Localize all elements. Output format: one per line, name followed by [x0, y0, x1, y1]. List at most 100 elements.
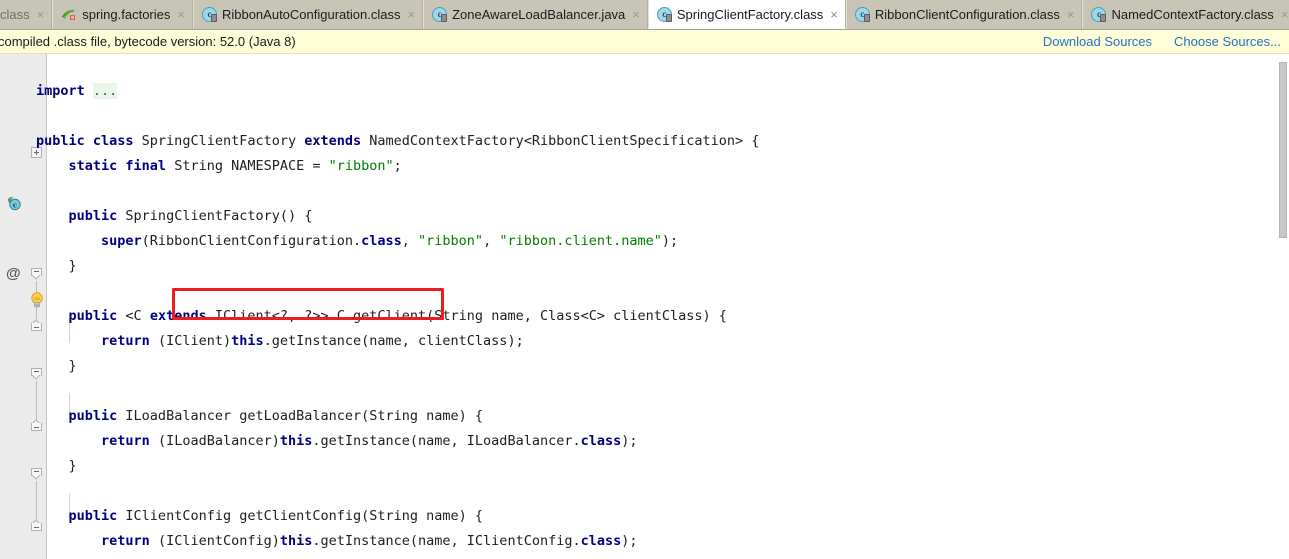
- close-icon[interactable]: ×: [37, 8, 45, 21]
- code-line[interactable]: public class SpringClientFactory extends…: [36, 129, 759, 154]
- code-token: extends: [149, 308, 207, 324]
- code-token: IClientConfig getClientConfig(String nam…: [117, 508, 484, 524]
- code-line[interactable]: return (IClientConfig)this.getInstance(n…: [36, 529, 759, 554]
- code-token: public class: [36, 133, 134, 149]
- code-token: }: [36, 258, 77, 274]
- code-token: return: [101, 533, 150, 549]
- code-line[interactable]: public ILoadBalancer getLoadBalancer(Str…: [36, 404, 759, 429]
- code-token: return: [101, 333, 150, 349]
- folded-imports-placeholder[interactable]: ...: [92, 83, 118, 99]
- code-token: );: [661, 233, 679, 249]
- code-token: "ribbon": [328, 158, 394, 174]
- code-line[interactable]: super(RibbonClientConfiguration.class, "…: [36, 229, 759, 254]
- close-icon[interactable]: ×: [830, 8, 838, 21]
- code-line[interactable]: }: [36, 454, 759, 479]
- code-token: this: [231, 333, 264, 349]
- code-token: );: [621, 433, 638, 449]
- close-icon[interactable]: ×: [1067, 8, 1075, 21]
- code-token: }: [36, 358, 77, 374]
- editor-tab-springclientfactory[interactable]: c SpringClientFactory.class ×: [647, 0, 846, 29]
- code-token: super: [101, 233, 142, 249]
- download-sources-link[interactable]: Download Sources: [1043, 34, 1152, 49]
- editor-tab-spring-factories[interactable]: spring.factories ×: [52, 0, 193, 29]
- code-token: (IClient): [149, 333, 232, 349]
- code-token: (RibbonClientConfiguration.: [141, 233, 362, 249]
- close-icon[interactable]: ×: [407, 8, 415, 21]
- code-editor[interactable]: c @ import ... public class SpringClient…: [0, 54, 1289, 559]
- code-line[interactable]: [36, 104, 759, 129]
- code-line[interactable]: public SpringClientFactory() {: [36, 204, 759, 229]
- editor-tab-label: class: [0, 7, 30, 22]
- code-line[interactable]: static final String NAMESPACE = "ribbon"…: [36, 154, 759, 179]
- code-token: this: [279, 433, 313, 449]
- editor-tab-namedcontextfactory[interactable]: c NamedContextFactory.class ×: [1082, 0, 1289, 29]
- editor-tab-label: spring.factories: [82, 7, 171, 22]
- code-line[interactable]: [36, 479, 759, 504]
- close-icon[interactable]: ×: [177, 8, 185, 21]
- class-file-icon: c: [1091, 7, 1107, 22]
- editor-tab-ribbonclientconfiguration[interactable]: c RibbonClientConfiguration.class ×: [845, 0, 1083, 29]
- code-token: public: [68, 308, 118, 324]
- code-line[interactable]: [36, 279, 759, 304]
- editor-gutter[interactable]: c @: [0, 54, 29, 559]
- choose-sources-link[interactable]: Choose Sources...: [1174, 34, 1281, 49]
- class-navigation-icon[interactable]: c: [6, 196, 22, 211]
- code-token: class: [580, 433, 622, 449]
- code-token: static final: [68, 158, 167, 174]
- editor-tab-label: SpringClientFactory.class: [676, 6, 824, 22]
- code-token: SpringClientFactory: [133, 133, 305, 149]
- code-line[interactable]: public IClientConfig getClientConfig(Str…: [36, 504, 759, 529]
- vertical-scrollbar[interactable]: [1276, 54, 1289, 559]
- scrollbar-thumb[interactable]: [1279, 62, 1287, 238]
- close-icon[interactable]: ×: [632, 8, 640, 21]
- decompiled-file-notification-bar: compiled .class file, bytecode version: …: [0, 30, 1289, 54]
- code-token: public: [68, 408, 118, 424]
- code-line[interactable]: }: [36, 354, 759, 379]
- code-line[interactable]: }: [36, 254, 759, 279]
- code-line[interactable]: [36, 179, 759, 204]
- annotation-marker-icon[interactable]: @: [6, 265, 21, 282]
- editor-tab-label: NamedContextFactory.class: [1111, 7, 1274, 22]
- code-token: extends: [304, 133, 362, 149]
- spring-properties-icon: [61, 8, 77, 22]
- editor-tab-ribbonautoconfiguration[interactable]: c RibbonAutoConfiguration.class ×: [192, 0, 424, 29]
- code-token: String NAMESPACE =: [166, 158, 329, 174]
- code-line[interactable]: public <C extends IClient<?, ?>> C getCl…: [36, 304, 759, 329]
- source-code[interactable]: import ... public class SpringClientFact…: [36, 54, 759, 554]
- class-file-icon: c: [201, 7, 217, 22]
- editor-tab-class-clipped[interactable]: class ×: [0, 0, 53, 29]
- class-file-icon: c: [854, 7, 870, 22]
- code-token: public: [68, 508, 118, 524]
- close-icon[interactable]: ×: [1281, 8, 1289, 21]
- code-token: "ribbon.client.name": [499, 233, 662, 249]
- class-file-icon: c: [432, 7, 448, 22]
- code-token: import: [36, 83, 85, 99]
- code-token: ,: [483, 233, 500, 249]
- code-line[interactable]: import ...: [36, 79, 759, 104]
- class-file-icon: c: [656, 6, 672, 22]
- code-token: );: [621, 533, 638, 549]
- code-token: .getInstance(name, clientClass);: [263, 333, 524, 349]
- code-token: (ILoadBalancer): [149, 433, 280, 449]
- code-line[interactable]: [36, 379, 759, 404]
- code-token: this: [279, 533, 313, 549]
- notification-actions: Download Sources Choose Sources...: [1043, 34, 1283, 49]
- editor-tab-zoneawareloadbalancer[interactable]: c ZoneAwareLoadBalancer.java ×: [423, 0, 648, 29]
- code-token: public: [68, 208, 118, 224]
- editor-tab-label: ZoneAwareLoadBalancer.java: [452, 7, 626, 22]
- code-surface[interactable]: import ... public class SpringClientFact…: [36, 54, 1289, 559]
- editor-tab-label: RibbonClientConfiguration.class: [874, 7, 1060, 22]
- code-token: ,: [401, 233, 419, 249]
- code-line[interactable]: return (ILoadBalancer)this.getInstance(n…: [36, 429, 759, 454]
- code-line[interactable]: [36, 54, 759, 79]
- code-line[interactable]: return (IClient)this.getInstance(name, c…: [36, 329, 759, 354]
- code-token: "ribbon": [418, 233, 484, 249]
